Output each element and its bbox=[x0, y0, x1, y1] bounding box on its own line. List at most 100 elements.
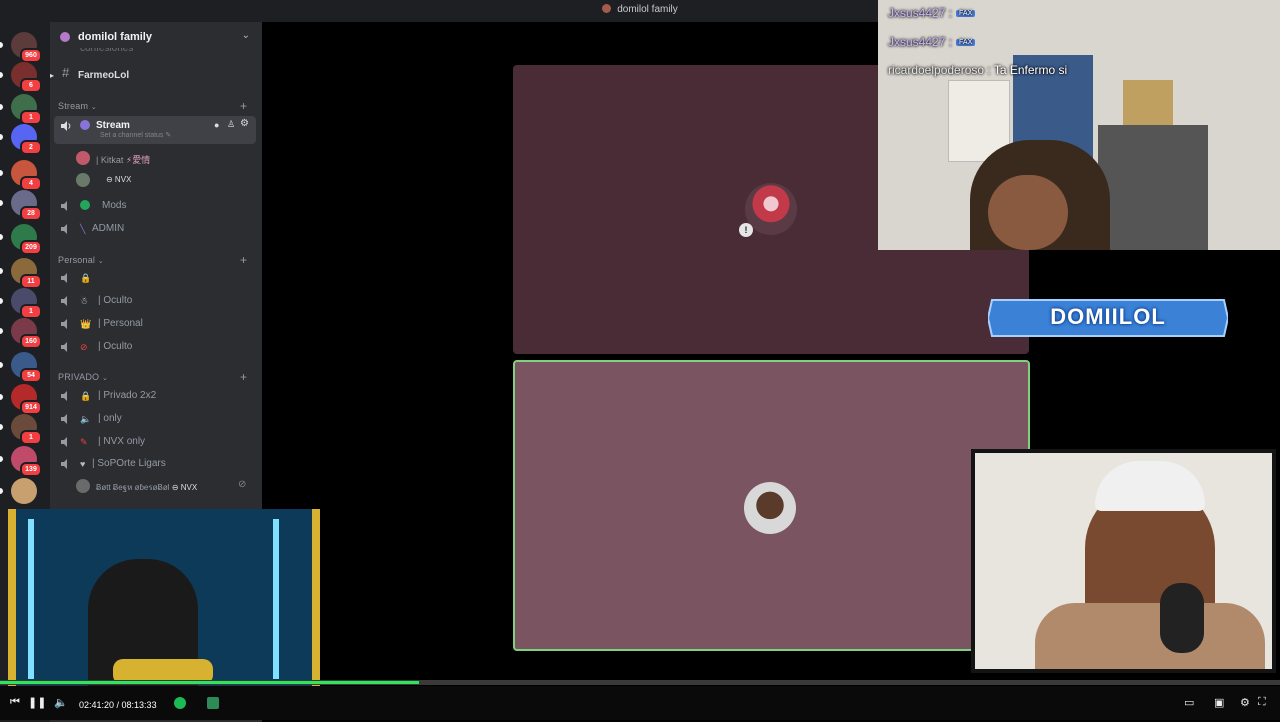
voice-channel-privado-0[interactable]: 🔒 | Privado 2x2 bbox=[54, 386, 256, 406]
unread-pill bbox=[0, 72, 3, 78]
unread-pill bbox=[0, 134, 3, 140]
category-privado-label: PRIVADO bbox=[58, 372, 100, 382]
volume-icon[interactable]: 🔈 bbox=[54, 696, 68, 709]
add-channel-icon[interactable]: + bbox=[240, 99, 247, 113]
unread-pill bbox=[0, 42, 3, 48]
avatar bbox=[76, 173, 90, 187]
participant-tile-2[interactable] bbox=[513, 360, 1030, 651]
treadmill-image bbox=[1098, 125, 1208, 250]
server-icon-5[interactable]: 28 bbox=[11, 190, 42, 221]
window-title-text: domilol family bbox=[617, 4, 678, 15]
voice-user-kitkat-name: | Kitkat bbox=[96, 155, 124, 165]
server-icon-6[interactable]: 209 bbox=[11, 224, 42, 255]
video-time: 02:41:20 / 08:13:33 bbox=[79, 700, 157, 710]
voice-channel-personal-0[interactable]: 🔒 bbox=[54, 268, 256, 288]
add-channel-icon[interactable]: + bbox=[240, 370, 247, 384]
server-icon-9[interactable]: 160 bbox=[11, 318, 42, 349]
channel-admin-label: ADMIN bbox=[92, 223, 125, 234]
channel-personal-2-label: | Personal bbox=[98, 318, 143, 329]
chat-badge: FAX bbox=[956, 39, 976, 46]
invite-icon[interactable]: ♙ bbox=[227, 119, 235, 130]
unread-badge: 11 bbox=[20, 274, 42, 289]
unread-pill bbox=[0, 362, 3, 368]
streamer-face-image bbox=[988, 175, 1068, 250]
pip-icon[interactable]: ▣ bbox=[1214, 696, 1224, 709]
chat-message-text: Ta Enfermo si bbox=[993, 63, 1068, 77]
server-name: domilol family bbox=[78, 31, 152, 43]
add-channel-icon[interactable]: + bbox=[240, 253, 247, 267]
unread-badge: 209 bbox=[20, 240, 42, 255]
voice-channel-privado-1[interactable]: 🔈 | only bbox=[54, 409, 256, 429]
speaker-icon bbox=[61, 414, 67, 424]
voice-channel-privado-2[interactable]: ✎ | NVX only bbox=[54, 432, 256, 452]
server-icon-11[interactable]: 914 bbox=[11, 384, 42, 415]
server-icon-8[interactable]: 1 bbox=[11, 288, 42, 319]
frame-border bbox=[312, 509, 320, 687]
unread-badge: 1 bbox=[20, 304, 42, 319]
server-icon-13[interactable]: 139 bbox=[11, 446, 42, 477]
chat-message-1: Jxsus4427 : FAX bbox=[888, 6, 976, 20]
unread-pill bbox=[0, 456, 3, 462]
category-privado[interactable]: PRIVADO ⌄ + bbox=[58, 370, 247, 384]
chevron-down-icon[interactable]: ⌄ bbox=[242, 30, 250, 41]
poster-image bbox=[1123, 80, 1173, 130]
led-light bbox=[273, 519, 279, 679]
avatar bbox=[76, 479, 90, 493]
server-icon-3[interactable]: 2 bbox=[11, 124, 42, 155]
server-icon-4[interactable]: 4 bbox=[11, 160, 42, 191]
chevron-down-icon: ⌄ bbox=[97, 258, 104, 265]
server-icon-1[interactable]: 6 bbox=[11, 62, 42, 93]
ghost-icon: ☃ bbox=[80, 296, 89, 306]
server-icon-0[interactable]: 960 bbox=[11, 32, 42, 63]
text-channel-farmeo[interactable]: ▸ # FarmeoLol bbox=[50, 66, 256, 86]
unread-badge: 28 bbox=[20, 206, 42, 221]
unread-pill bbox=[0, 424, 3, 430]
channel-faded[interactable]: confesiones bbox=[54, 48, 256, 58]
category-personal[interactable]: Personal ⌄ + bbox=[58, 253, 247, 267]
chevron-down-icon: ⌄ bbox=[101, 375, 109, 382]
unread-pill bbox=[0, 268, 3, 274]
shirt-image bbox=[1035, 603, 1265, 669]
unread-badge: 914 bbox=[20, 400, 42, 415]
gear-icon[interactable]: ⚙ bbox=[1240, 696, 1250, 709]
pause-icon[interactable]: ❚❚ bbox=[28, 696, 46, 709]
server-avatar-icon bbox=[602, 4, 612, 13]
voice-channel-personal-3[interactable]: ⊘ | Oculto bbox=[54, 337, 256, 357]
unread-pill bbox=[0, 234, 3, 240]
channel-status[interactable]: Set a channel status ✎ bbox=[100, 131, 190, 139]
category-stream[interactable]: Stream ⌄ + bbox=[58, 99, 247, 113]
gear-icon[interactable]: ⚙ bbox=[240, 118, 249, 129]
banner-text: DOMIILOL bbox=[1050, 304, 1166, 329]
captions-icon[interactable]: ▭ bbox=[1184, 696, 1194, 709]
server-icon-10[interactable]: 54 bbox=[11, 352, 42, 383]
chat-username: Jxsus4427 : bbox=[888, 6, 953, 20]
voice-user-bottom-tag: ⊖ NVX bbox=[171, 483, 198, 492]
server-icon-14[interactable] bbox=[11, 478, 37, 504]
video-progress-bar[interactable] bbox=[0, 680, 1280, 685]
server-icon-12[interactable]: 1 bbox=[11, 414, 42, 445]
voice-channel-personal-2[interactable]: 👑 | Personal bbox=[54, 314, 256, 334]
unread-pill bbox=[0, 200, 3, 206]
server-icon-7[interactable]: 11 bbox=[11, 258, 42, 289]
muted-mic-icon: ⊘ bbox=[238, 479, 247, 490]
voice-user-nvx-tag: ⊖ NVX bbox=[106, 175, 132, 184]
fullscreen-icon[interactable]: ⛶ bbox=[1258, 696, 1266, 709]
voice-channel-personal-1[interactable]: ☃ | Oculto bbox=[54, 291, 256, 311]
spotify-icon[interactable] bbox=[174, 697, 186, 709]
voice-channel-stream[interactable]: Stream Set a channel status ✎ ● ♙ ⚙ bbox=[54, 116, 256, 144]
voice-channel-admin[interactable]: ╲ ADMIN bbox=[54, 219, 256, 239]
lock-icon: 🔒 bbox=[80, 273, 92, 283]
unread-pill bbox=[0, 328, 3, 334]
app-icon[interactable] bbox=[207, 697, 219, 709]
skip-back-icon[interactable]: ⏮ bbox=[10, 696, 20, 709]
speaker-icon bbox=[61, 342, 67, 352]
channel-faded-label: confesiones bbox=[80, 48, 134, 54]
chat-message-2: Jxsus4427 : FAX bbox=[888, 35, 976, 49]
voice-channel-privado-3[interactable]: ♥ | SoPOrte Ligars bbox=[54, 454, 256, 474]
voice-channel-mods[interactable]: Mods bbox=[54, 196, 256, 216]
led-light bbox=[28, 519, 34, 679]
speaker-emoji-icon: 🔈 bbox=[80, 414, 92, 424]
chat-bubble-icon[interactable]: ● bbox=[214, 120, 219, 130]
server-icon-2[interactable]: 1 bbox=[11, 94, 42, 125]
unread-badge: 4 bbox=[20, 176, 42, 191]
